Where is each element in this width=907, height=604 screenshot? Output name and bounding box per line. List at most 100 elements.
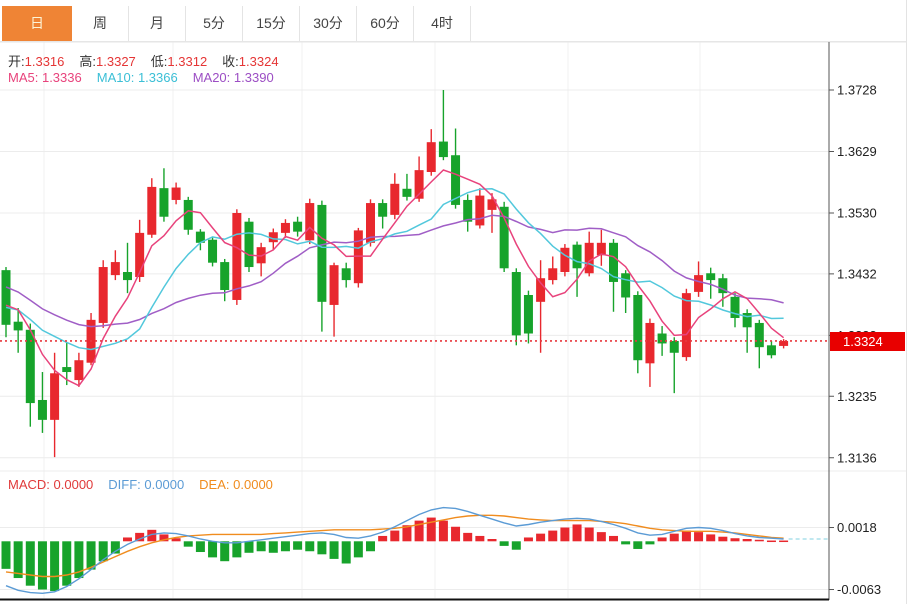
macd-bar (573, 524, 582, 541)
macd-bar (305, 541, 314, 551)
candle[interactable] (330, 265, 339, 305)
macd-bar (463, 533, 472, 541)
candle[interactable] (548, 268, 557, 280)
candle[interactable] (427, 142, 436, 172)
open-readout: 开:1.3316 (8, 51, 64, 70)
macd-bar (378, 536, 387, 541)
svg-text:1.3629: 1.3629 (837, 144, 877, 159)
candle[interactable] (62, 367, 71, 372)
candle[interactable] (767, 345, 776, 355)
candle[interactable] (658, 334, 667, 344)
dea-line (6, 515, 784, 576)
macd-bar (585, 528, 594, 542)
candle[interactable] (208, 240, 217, 263)
ma10-readout: MA10: 1.3366 (97, 70, 178, 85)
macd-bar (500, 541, 509, 546)
macd-bar (257, 541, 266, 551)
macd-bar (123, 537, 132, 541)
candle[interactable] (74, 360, 83, 380)
macd-bar (342, 541, 351, 563)
candle[interactable] (220, 262, 229, 290)
candle[interactable] (305, 203, 314, 240)
candle[interactable] (755, 323, 764, 347)
macd-bar (366, 541, 375, 551)
candle[interactable] (38, 400, 47, 420)
candle[interactable] (317, 205, 326, 302)
macd-bar (597, 532, 606, 541)
candle[interactable] (147, 187, 156, 235)
price-axis-labels: 1.37281.36291.35301.34321.33331.32351.31… (829, 83, 877, 466)
tab-15min[interactable]: 15分 (243, 6, 300, 41)
candle[interactable] (585, 243, 594, 273)
candle[interactable] (232, 213, 241, 300)
close-readout: 收:1.3324 (222, 51, 278, 70)
candle[interactable] (706, 273, 715, 280)
macd-bar (755, 540, 764, 542)
tab-60min[interactable]: 60分 (357, 6, 414, 41)
macd-bar (536, 534, 545, 542)
svg-text:-0.0063: -0.0063 (837, 582, 881, 597)
candle[interactable] (293, 222, 302, 232)
macd-bar (439, 521, 448, 542)
candle[interactable] (135, 233, 144, 277)
candle[interactable] (99, 267, 108, 323)
macd-bar (560, 528, 569, 542)
candle[interactable] (390, 184, 399, 215)
svg-text:1.3432: 1.3432 (837, 266, 877, 281)
macd-bar (488, 539, 497, 541)
candle[interactable] (439, 142, 448, 158)
macd-bar (293, 541, 302, 549)
candle[interactable] (524, 295, 533, 334)
tab-day[interactable]: 日 (2, 6, 72, 41)
candle[interactable] (573, 245, 582, 269)
macd-bar (451, 527, 460, 542)
candle[interactable] (184, 200, 193, 230)
candle[interactable] (342, 268, 351, 280)
candle[interactable] (245, 222, 254, 267)
macd-bar (524, 537, 533, 541)
candle[interactable] (645, 323, 654, 363)
candle[interactable] (111, 262, 120, 275)
candle[interactable] (621, 273, 630, 297)
candle[interactable] (682, 293, 691, 357)
macd-lines (6, 508, 829, 594)
macd-bar (38, 541, 47, 589)
tab-30min[interactable]: 30分 (300, 6, 357, 41)
candle[interactable] (463, 200, 472, 222)
svg-text:1.3235: 1.3235 (837, 389, 877, 404)
macd-bar (196, 541, 205, 552)
candle[interactable] (2, 270, 11, 325)
macd-bar (658, 537, 667, 541)
ma20-line (6, 215, 784, 326)
macd-bar (475, 536, 484, 541)
candle[interactable] (512, 272, 521, 335)
candle[interactable] (14, 322, 23, 331)
candle[interactable] (172, 188, 181, 200)
candle[interactable] (378, 203, 387, 217)
candle[interactable] (159, 188, 168, 217)
candle[interactable] (694, 275, 703, 292)
candle[interactable] (123, 272, 132, 280)
svg-text:0.0018: 0.0018 (837, 520, 877, 535)
candlestick-macd-chart[interactable]: 1.37281.36291.35301.34321.33331.32351.31… (0, 0, 907, 604)
tab-week[interactable]: 周 (72, 6, 129, 41)
macd-bar (50, 541, 59, 591)
macd-bar (390, 531, 399, 542)
macd-bar (670, 534, 679, 542)
high-readout: 高:1.3327 (79, 51, 135, 70)
macd-bar (694, 532, 703, 541)
candle[interactable] (50, 373, 59, 420)
candle[interactable] (633, 295, 642, 360)
macd-bar (330, 541, 339, 559)
macd-bar (767, 541, 776, 543)
candle[interactable] (281, 223, 290, 233)
macd-bar (184, 541, 193, 546)
tab-month[interactable]: 月 (129, 6, 186, 41)
candle[interactable] (670, 341, 679, 353)
tab-5min[interactable]: 5分 (186, 6, 243, 41)
candle[interactable] (560, 248, 569, 272)
macd-bar (779, 541, 788, 543)
candle[interactable] (475, 196, 484, 226)
candle[interactable] (402, 189, 411, 197)
tab-4hour[interactable]: 4时 (414, 6, 471, 41)
